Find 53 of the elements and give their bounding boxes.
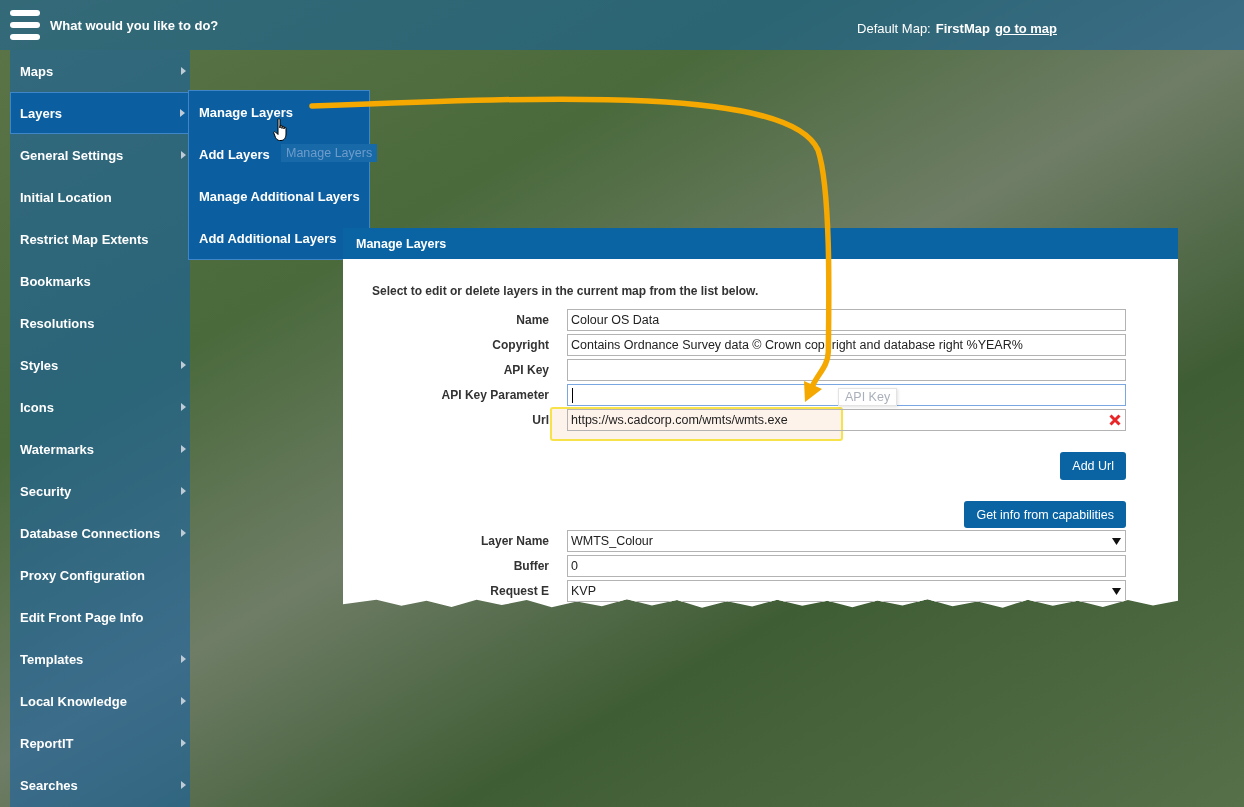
submenu-item[interactable]: Manage Layers bbox=[189, 91, 297, 133]
default-map-name: FirstMap bbox=[935, 20, 990, 36]
input-field[interactable] bbox=[567, 359, 1126, 381]
get-info-button[interactable]: Get info from capabilities bbox=[964, 501, 1126, 528]
go-to-map-link[interactable]: go to map bbox=[994, 20, 1057, 36]
menu-icon[interactable] bbox=[10, 10, 40, 40]
submenu-item[interactable]: Add Additional Layers bbox=[189, 217, 341, 259]
field-label: Name bbox=[515, 313, 549, 327]
caret-down-icon bbox=[1112, 587, 1121, 595]
tooltip: Manage Layers bbox=[281, 144, 378, 162]
sidebar-item[interactable]: Local Knowledge bbox=[10, 680, 190, 722]
sidebar-item[interactable]: General Settings bbox=[10, 134, 190, 176]
sidebar-item[interactable]: Icons bbox=[10, 386, 190, 428]
tooltip: API Key bbox=[838, 388, 898, 406]
input-field[interactable]: 0 bbox=[567, 555, 1126, 577]
sidebar-item[interactable]: Maps bbox=[10, 50, 190, 92]
sidebar-item[interactable]: Bookmarks bbox=[10, 260, 190, 302]
dropdown[interactable]: WMTS_Colour bbox=[567, 530, 1126, 552]
field-label: Url bbox=[531, 413, 549, 427]
input-field[interactable]: Contains Ordnance Survey data © Crown cop right and database right %YEAR% bbox=[567, 334, 1126, 356]
submenu-item[interactable]: Manage Additional Layers bbox=[189, 175, 364, 217]
sidebar-item[interactable]: Searches bbox=[10, 764, 190, 806]
sidebar-item[interactable]: Watermarks bbox=[10, 428, 190, 470]
dropdown[interactable]: KVP bbox=[567, 580, 1126, 602]
field-label: Request E bbox=[489, 584, 549, 598]
prompt-text: What would you like to do? bbox=[50, 17, 219, 33]
sidebar-item[interactable]: Resolutions bbox=[10, 302, 190, 344]
caret-down-icon bbox=[1112, 537, 1121, 545]
sidebar-item[interactable]: Restrict Map Extents bbox=[10, 218, 190, 260]
field-label: API Key Parameter bbox=[440, 388, 549, 402]
input-field[interactable] bbox=[567, 384, 1126, 406]
field-label: API Key bbox=[502, 363, 549, 377]
dialog-title: Manage Layers bbox=[356, 236, 447, 251]
add-url-button[interactable]: Add Url bbox=[1060, 452, 1126, 480]
input-field[interactable]: Colour OS Data bbox=[567, 309, 1126, 331]
delete-icon[interactable] bbox=[1109, 414, 1121, 426]
sidebar-item[interactable]: Initial Location bbox=[10, 176, 190, 218]
sidebar-item[interactable]: ReportIT bbox=[10, 722, 190, 764]
field-label: Copyright bbox=[491, 338, 549, 352]
url-field[interactable]: https://ws.cadcorp.com/wmts/wmts.exe bbox=[567, 409, 1126, 431]
sidebar-item[interactable]: Templates bbox=[10, 638, 190, 680]
text-cursor-icon bbox=[572, 387, 573, 403]
sidebar-item[interactable]: Security bbox=[10, 470, 190, 512]
instruction-text: Select to edit or delete layers in the current map from the list below. bbox=[372, 283, 759, 299]
sidebar-item[interactable]: Layers bbox=[10, 92, 190, 134]
field-label: Layer Name bbox=[479, 534, 549, 548]
sidebar-item[interactable]: Edit Front Page Info bbox=[10, 596, 190, 638]
default-map-label: Default Map: bbox=[857, 20, 931, 36]
sidebar-item[interactable]: Styles bbox=[10, 344, 190, 386]
field-label: Buffer bbox=[512, 559, 549, 573]
sidebar-item[interactable]: Database Connections bbox=[10, 512, 190, 554]
submenu-item[interactable]: Add Layers bbox=[189, 133, 274, 175]
sidebar-item[interactable]: Proxy Configuration bbox=[10, 554, 190, 596]
